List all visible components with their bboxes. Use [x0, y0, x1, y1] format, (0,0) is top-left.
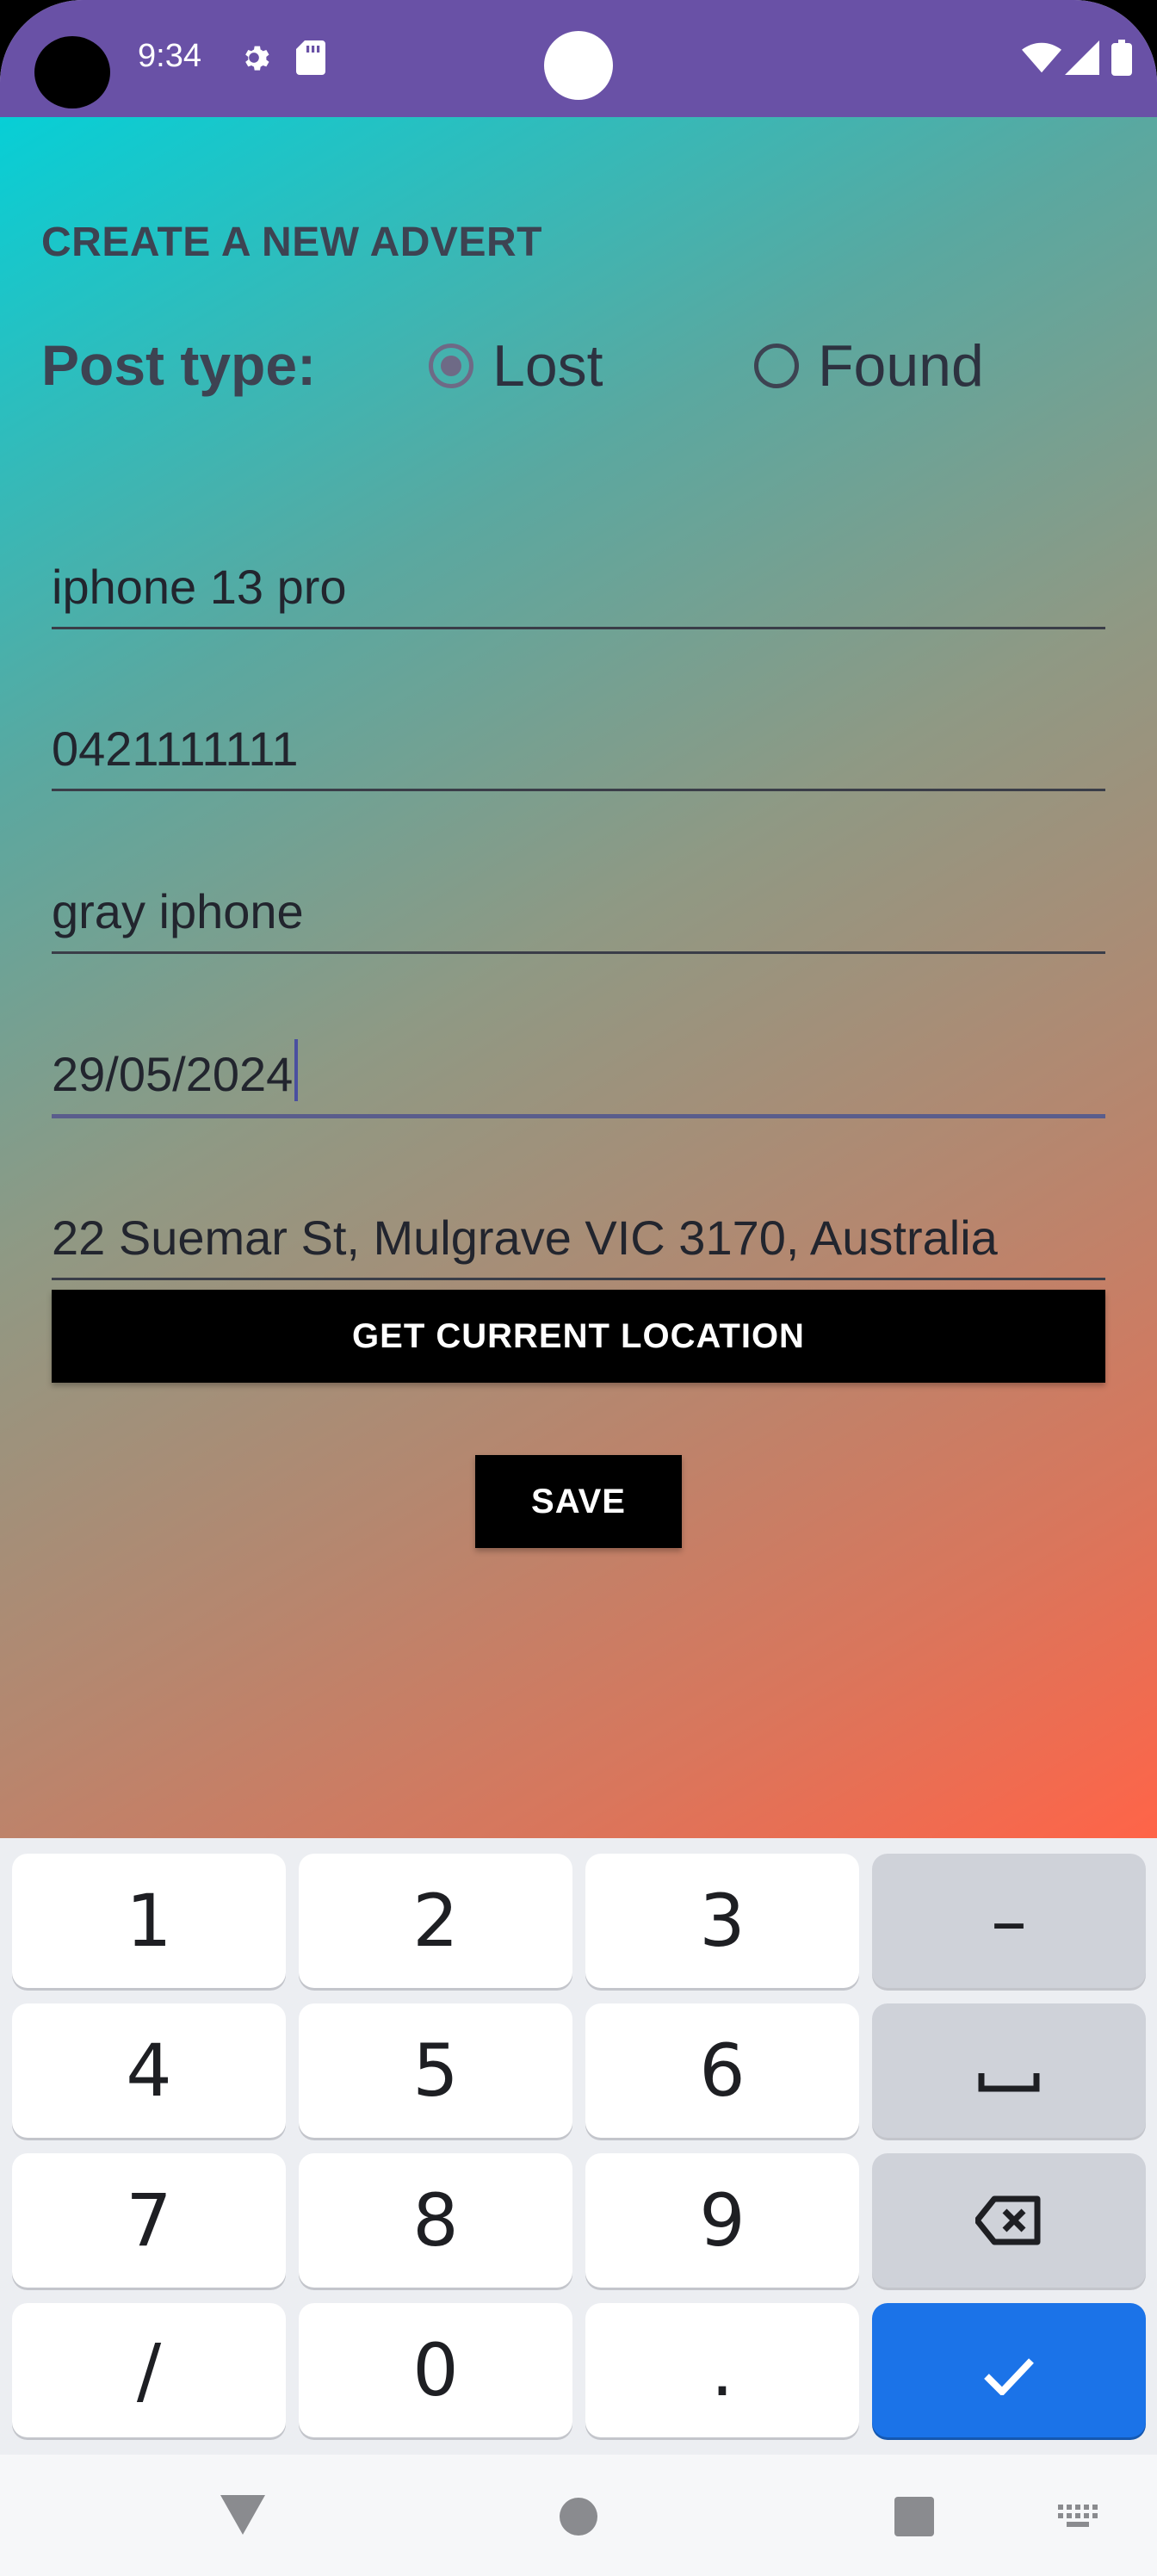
phone-screen: 9:34 CREATE A NEW ADVERT Post type: Lost… [0, 0, 1157, 2576]
status-time: 9:34 [138, 38, 201, 74]
key-period[interactable]: . [585, 2303, 859, 2437]
radio-lost[interactable]: Lost [429, 332, 603, 399]
keyboard-switch-icon[interactable] [1054, 2494, 1105, 2537]
radio-unchecked-icon [754, 344, 799, 388]
key-8[interactable]: 8 [299, 2153, 572, 2288]
post-type-label: Post type: [41, 333, 317, 397]
sd-card-icon [293, 40, 329, 76]
battery-icon [1109, 40, 1135, 76]
phone-value: 0421111111 [52, 721, 299, 776]
radio-found-label: Found [818, 333, 984, 399]
phone-field[interactable]: 0421111111 [52, 711, 1105, 791]
key-enter[interactable] [872, 2303, 1146, 2437]
date-value: 29/05/2024 [52, 1047, 294, 1101]
description-value: gray iphone [52, 884, 304, 938]
key-minus[interactable]: – [872, 1854, 1146, 1988]
get-current-location-button[interactable]: GET CURRENT LOCATION [52, 1290, 1105, 1383]
key-space[interactable] [872, 2003, 1146, 2138]
key-1[interactable]: 1 [12, 1854, 286, 1988]
check-icon [983, 2328, 1035, 2412]
space-icon [978, 2028, 1040, 2113]
radio-lost-label: Lost [492, 333, 603, 399]
page-title: CREATE A NEW ADVERT [41, 220, 542, 265]
numeric-keyboard: 1 2 3 – 4 5 6 7 8 9 / 0 . [0, 1838, 1157, 2455]
key-2[interactable]: 2 [299, 1854, 572, 1988]
gear-icon [236, 40, 272, 76]
key-9[interactable]: 9 [585, 2153, 859, 2288]
save-button[interactable]: SAVE [475, 1455, 682, 1548]
radio-checked-icon [429, 344, 473, 388]
back-icon[interactable] [217, 2489, 269, 2541]
location-field[interactable]: 22 Suemar St, Mulgrave VIC 3170, Austral… [52, 1200, 1105, 1280]
create-advert-screen: CREATE A NEW ADVERT Post type: Lost Foun… [0, 117, 1157, 1838]
text-cursor [294, 1039, 299, 1101]
radio-found[interactable]: Found [754, 332, 984, 399]
key-0[interactable]: 0 [299, 2303, 572, 2437]
key-5[interactable]: 5 [299, 2003, 572, 2138]
navigation-bar [0, 2455, 1157, 2576]
status-bar: 9:34 [0, 0, 1157, 117]
backspace-icon [974, 2178, 1043, 2263]
key-4[interactable]: 4 [12, 2003, 286, 2138]
item-name-value: iphone 13 pro [52, 560, 347, 614]
key-slash[interactable]: / [12, 2303, 286, 2437]
key-7[interactable]: 7 [12, 2153, 286, 2288]
center-notch [544, 31, 613, 100]
key-6[interactable]: 6 [585, 2003, 859, 2138]
signal-icon [1064, 40, 1100, 76]
wifi-icon [1021, 40, 1062, 76]
date-field[interactable]: 29/05/2024 [52, 1037, 1105, 1118]
key-backspace[interactable] [872, 2153, 1146, 2288]
item-name-field[interactable]: iphone 13 pro [52, 549, 1105, 629]
key-3[interactable]: 3 [585, 1854, 859, 1988]
description-field[interactable]: gray iphone [52, 874, 1105, 954]
camera-cutout [34, 36, 110, 108]
location-value: 22 Suemar St, Mulgrave VIC 3170, Austral… [52, 1211, 998, 1265]
recents-icon[interactable] [888, 2491, 940, 2542]
home-icon[interactable] [553, 2491, 604, 2542]
